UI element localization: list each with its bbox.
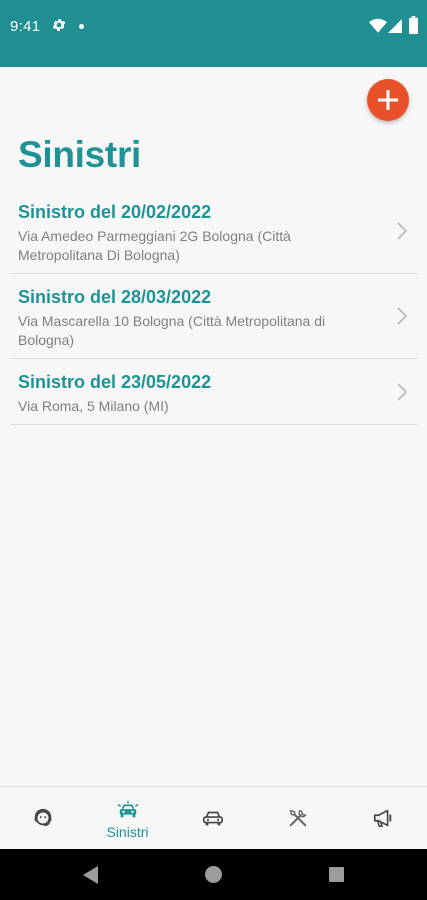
bottom-navigation: Sinistri (0, 786, 427, 849)
tab-sinistri[interactable]: Sinistri (85, 787, 170, 850)
claim-list-item[interactable]: Sinistro del 20/02/2022 Via Amedeo Parme… (10, 189, 418, 274)
claim-title: Sinistro del 23/05/2022 (18, 372, 212, 392)
recent-apps-icon[interactable] (329, 867, 344, 882)
app-screen: 9:41 Sinistri Sinistro del 20/02/2022 Vi… (0, 0, 427, 900)
claim-list-item[interactable]: Sinistro del 23/05/2022 Via Roma, 5 Mila… (10, 359, 418, 425)
claim-title: Sinistro del 28/03/2022 (18, 287, 212, 307)
car-crash-icon (117, 800, 138, 818)
tab-assistance[interactable] (0, 787, 85, 850)
tools-icon (289, 809, 307, 827)
tab-sinistri-label: Sinistri (106, 824, 149, 840)
chevron-right-icon (397, 307, 408, 325)
system-navigation-bar (0, 849, 427, 900)
cell-signal-icon (388, 19, 402, 33)
tab-news[interactable] (340, 787, 425, 850)
back-icon[interactable] (83, 866, 99, 884)
status-time: 9:41 (10, 18, 41, 35)
claim-address: Via Roma, 5 Milano (MI) (18, 398, 169, 414)
claims-list: Sinistro del 20/02/2022 Via Amedeo Parme… (10, 189, 418, 425)
claim-address: Via Amedeo Parmeggiani 2G Bologna (Città… (18, 228, 291, 263)
claim-address: Via Mascarella 10 Bologna (Città Metropo… (18, 313, 326, 348)
chevron-right-icon (397, 382, 408, 401)
add-claim-button[interactable] (367, 79, 409, 121)
support-agent-icon (34, 808, 51, 827)
tab-services[interactable] (255, 787, 340, 850)
battery-icon (409, 16, 418, 34)
car-icon (202, 811, 223, 826)
tab-vehicles[interactable] (170, 787, 255, 850)
settings-gear-icon (52, 19, 66, 31)
claim-list-item[interactable]: Sinistro del 28/03/2022 Via Mascarella 1… (10, 274, 418, 359)
chevron-right-icon (397, 222, 408, 240)
plus-icon (378, 90, 398, 110)
megaphone-icon (373, 809, 391, 827)
status-bar: 9:41 (0, 0, 427, 67)
wifi-icon (369, 18, 387, 33)
page-title: Sinistri (18, 134, 142, 175)
claim-title: Sinistro del 20/02/2022 (18, 202, 212, 222)
notification-dot-icon (79, 24, 84, 29)
home-icon[interactable] (205, 866, 222, 883)
